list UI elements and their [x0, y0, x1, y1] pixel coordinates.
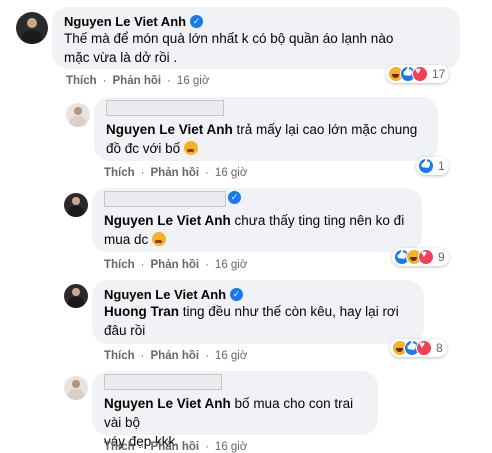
avatar[interactable]: [64, 376, 88, 400]
avatar[interactable]: [64, 193, 88, 217]
like-action[interactable]: Thích: [104, 441, 135, 453]
comment-bubble: ✓ Nguyen Le Viet Anh chưa thấy ting ting…: [92, 188, 422, 252]
comment-bubble: Nguyen Le Viet Anh bố mua cho con trai v…: [92, 371, 378, 449]
verified-badge-icon: ✓: [190, 15, 204, 28]
comment-actions: Thích · Phản hồi · 16 giờ: [66, 75, 210, 87]
comment-author[interactable]: Nguyen Le Viet Anh: [64, 14, 186, 29]
avatar[interactable]: [66, 103, 90, 127]
crying-emoji-icon: [152, 232, 167, 246]
reply-action[interactable]: Phản hồi: [151, 167, 200, 179]
grinning-emoji-icon: [183, 141, 198, 155]
comment-bubble: Nguyen Le Viet Anh ✓ Huong Tran ting đều…: [92, 280, 424, 344]
comment-text: Huong Tran ting đều như thế còn kêu, hay…: [104, 304, 399, 338]
avatar[interactable]: [16, 12, 48, 44]
timestamp[interactable]: 16 giờ: [215, 259, 247, 271]
love-reaction-icon: [416, 340, 432, 356]
reply-action[interactable]: Phản hồi: [113, 75, 162, 87]
reaction-count: 1: [438, 159, 445, 173]
comment-bubble: Nguyen Le Viet Anh ✓ Thế mà để món quà l…: [52, 7, 460, 69]
reply-action[interactable]: Phản hồi: [151, 350, 200, 362]
comment-bubble: Nguyen Le Viet Anh trả mấy lại cao lớn m…: [94, 97, 438, 161]
timestamp[interactable]: 16 giờ: [215, 167, 247, 179]
redacted-name: [104, 374, 222, 390]
reaction-summary[interactable]: 8: [390, 339, 447, 357]
reaction-summary[interactable]: 17: [386, 65, 450, 83]
comment-actions: Thích · Phản hồi · 16 giờ: [104, 441, 248, 453]
love-reaction-icon: [412, 66, 428, 82]
reaction-count: 17: [432, 67, 446, 81]
timestamp[interactable]: 16 giờ: [215, 350, 247, 362]
comment-actions: Thích · Phản hồi · 16 giờ: [104, 350, 248, 362]
like-reaction-icon: [418, 158, 434, 174]
mention-author[interactable]: Nguyen Le Viet Anh: [104, 396, 231, 411]
reply-action[interactable]: Phản hồi: [151, 441, 200, 453]
redacted-name: [106, 100, 224, 116]
like-action[interactable]: Thích: [104, 350, 135, 362]
mention-author[interactable]: Nguyen Le Viet Anh: [104, 213, 231, 228]
timestamp[interactable]: 16 giờ: [177, 75, 209, 87]
reaction-summary[interactable]: 9: [392, 248, 449, 266]
like-action[interactable]: Thích: [104, 167, 135, 179]
like-action[interactable]: Thích: [104, 259, 135, 271]
comment-actions: Thích · Phản hồi · 16 giờ: [104, 259, 248, 271]
reply-action[interactable]: Phản hồi: [151, 259, 200, 271]
mention-author[interactable]: Nguyen Le Viet Anh: [106, 122, 233, 137]
reaction-summary[interactable]: 1: [416, 157, 449, 175]
love-reaction-icon: [418, 249, 434, 265]
comment-text: Nguyen Le Viet Anh trả mấy lại cao lớn m…: [106, 122, 418, 156]
reaction-count: 8: [436, 341, 443, 355]
comment-text: Thế mà để món quà lớn nhất k có bộ quần …: [64, 31, 394, 65]
comment-text: Nguyen Le Viet Anh chưa thấy ting ting n…: [104, 213, 405, 247]
avatar[interactable]: [64, 284, 88, 308]
redacted-name: [104, 191, 226, 207]
timestamp[interactable]: 16 giờ: [215, 441, 247, 453]
comment-author[interactable]: Nguyen Le Viet Anh: [104, 287, 226, 302]
comment-actions: Thích · Phản hồi · 16 giờ: [104, 167, 248, 179]
verified-badge-icon: ✓: [230, 288, 244, 301]
like-action[interactable]: Thích: [66, 75, 97, 87]
reaction-count: 9: [438, 250, 445, 264]
mention-tag[interactable]: Huong Tran: [104, 304, 179, 319]
verified-badge-icon: ✓: [228, 191, 241, 204]
